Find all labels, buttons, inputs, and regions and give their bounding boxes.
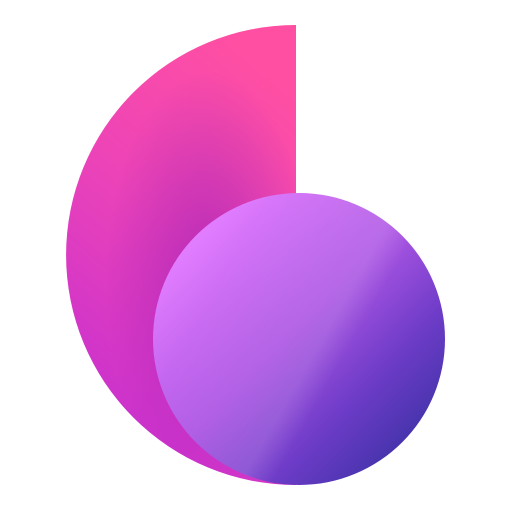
sphere-sheen bbox=[153, 193, 445, 485]
shell-sphere-logo-icon bbox=[66, 25, 445, 485]
app-logo bbox=[0, 0, 513, 512]
